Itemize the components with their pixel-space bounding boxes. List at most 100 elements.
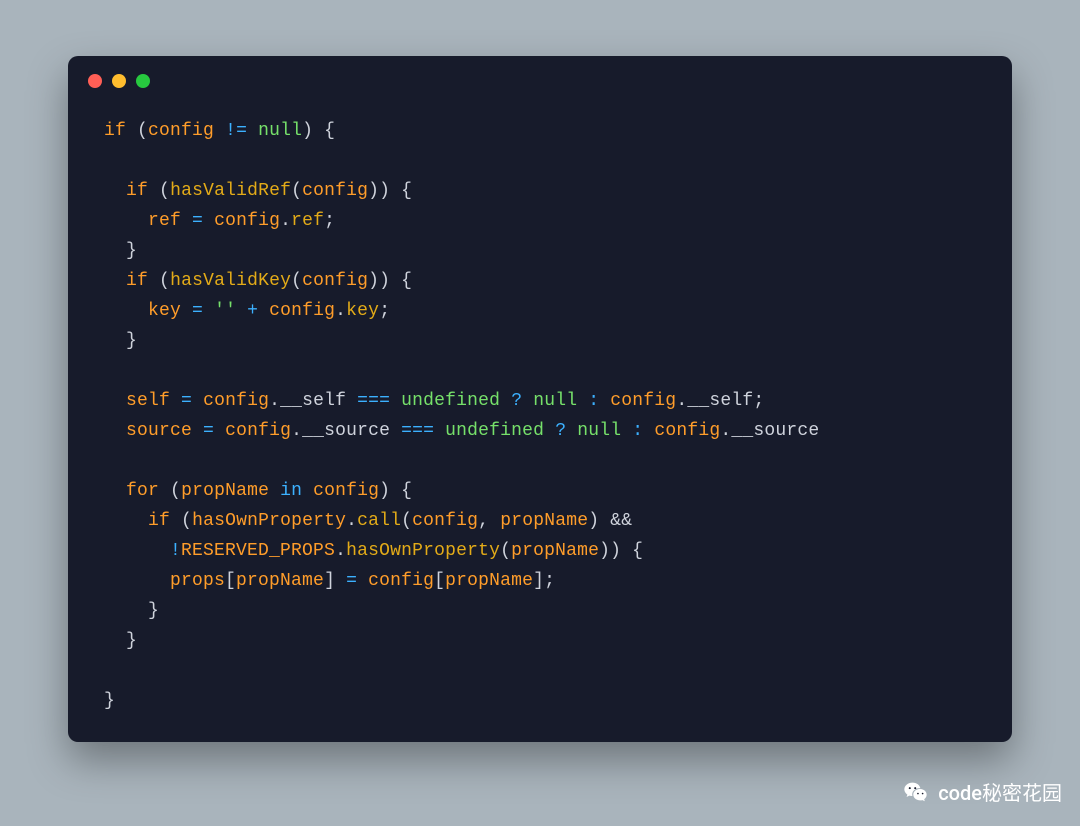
kw-if: if xyxy=(126,181,148,201)
punct: [ xyxy=(434,571,445,591)
brace: } xyxy=(148,601,159,621)
punct: ( xyxy=(159,181,170,201)
ident: props xyxy=(170,571,225,591)
kw-if: if xyxy=(148,511,170,531)
ident: propName xyxy=(500,511,588,531)
ident: config xyxy=(368,571,434,591)
prop: .__source xyxy=(720,421,819,441)
ident: propName xyxy=(181,481,269,501)
code-window: if (config != null) { if (hasValidRef(co… xyxy=(68,56,1012,742)
punct: ( xyxy=(137,121,148,141)
ident: hasOwnProperty xyxy=(192,511,346,531)
punct: ( xyxy=(291,181,302,201)
ident: propName xyxy=(445,571,533,591)
zoom-icon[interactable] xyxy=(136,74,150,88)
kw-for: for xyxy=(126,481,159,501)
fn: hasValidRef xyxy=(170,181,291,201)
brace: } xyxy=(104,691,115,711)
punct: [ xyxy=(225,571,236,591)
op: = xyxy=(346,571,357,591)
kw-in: in xyxy=(280,481,302,501)
op: : xyxy=(588,391,599,411)
punct: )) { xyxy=(368,271,412,291)
watermark: code秘密花园 xyxy=(902,777,1062,806)
ident: config xyxy=(654,421,720,441)
kw-if: if xyxy=(126,271,148,291)
ident: self xyxy=(126,391,170,411)
kw: null xyxy=(577,421,621,441)
punct: )) { xyxy=(368,181,412,201)
op: === xyxy=(401,421,434,441)
ident: config xyxy=(302,271,368,291)
ident: config xyxy=(313,481,379,501)
ident: config xyxy=(302,181,368,201)
punct: ( xyxy=(181,511,192,531)
op: ? xyxy=(511,391,522,411)
punct: . xyxy=(335,541,346,561)
code-block: if (config != null) { if (hasValidRef(co… xyxy=(68,88,1012,716)
punct: ( xyxy=(401,511,412,531)
op: = xyxy=(181,391,192,411)
punct: ( xyxy=(170,481,181,501)
op: === xyxy=(357,391,390,411)
punct: ] xyxy=(324,571,335,591)
ident: config xyxy=(610,391,676,411)
prop: key xyxy=(346,301,379,321)
punct: ; xyxy=(379,301,390,321)
punct: ( xyxy=(500,541,511,561)
prop: ref xyxy=(291,211,324,231)
kw-null: null xyxy=(258,121,302,141)
prop: .__source xyxy=(291,421,390,441)
ident: RESERVED_PROPS xyxy=(181,541,335,561)
minimize-icon[interactable] xyxy=(112,74,126,88)
string: '' xyxy=(214,301,236,321)
prop: .__self; xyxy=(676,391,764,411)
ident: config xyxy=(203,391,269,411)
window-titlebar xyxy=(68,56,1012,88)
op: + xyxy=(247,301,258,321)
punct: . xyxy=(280,211,291,231)
op: : xyxy=(632,421,643,441)
watermark-text: code秘密花园 xyxy=(938,777,1062,806)
ident: propName xyxy=(236,571,324,591)
op: ? xyxy=(555,421,566,441)
close-icon[interactable] xyxy=(88,74,102,88)
ident: config xyxy=(148,121,214,141)
punct: ) && xyxy=(588,511,632,531)
punct: ) { xyxy=(302,121,335,141)
punct: . xyxy=(346,511,357,531)
punct: , xyxy=(478,511,489,531)
kw: null xyxy=(533,391,577,411)
kw: undefined xyxy=(401,391,500,411)
ident: config xyxy=(225,421,291,441)
fn: hasValidKey xyxy=(170,271,291,291)
kw: undefined xyxy=(445,421,544,441)
punct: . xyxy=(335,301,346,321)
ident: key xyxy=(148,301,181,321)
ident: ref xyxy=(148,211,181,231)
ident: source xyxy=(126,421,192,441)
punct: )) { xyxy=(599,541,643,561)
ident: config xyxy=(214,211,280,231)
fn: hasOwnProperty xyxy=(346,541,500,561)
wechat-icon xyxy=(902,778,930,806)
punct: ; xyxy=(324,211,335,231)
op: = xyxy=(192,211,203,231)
op: ! xyxy=(170,541,181,561)
punct: ( xyxy=(159,271,170,291)
op: = xyxy=(192,301,203,321)
brace: } xyxy=(126,631,137,651)
op: != xyxy=(225,121,247,141)
ident: propName xyxy=(511,541,599,561)
prop: .__self xyxy=(269,391,346,411)
punct: ) { xyxy=(379,481,412,501)
brace: } xyxy=(126,331,137,351)
fn: call xyxy=(357,511,401,531)
punct: ]; xyxy=(533,571,555,591)
ident: config xyxy=(269,301,335,321)
op: = xyxy=(203,421,214,441)
punct: ( xyxy=(291,271,302,291)
brace: } xyxy=(126,241,137,261)
ident: config xyxy=(412,511,478,531)
kw-if: if xyxy=(104,121,126,141)
